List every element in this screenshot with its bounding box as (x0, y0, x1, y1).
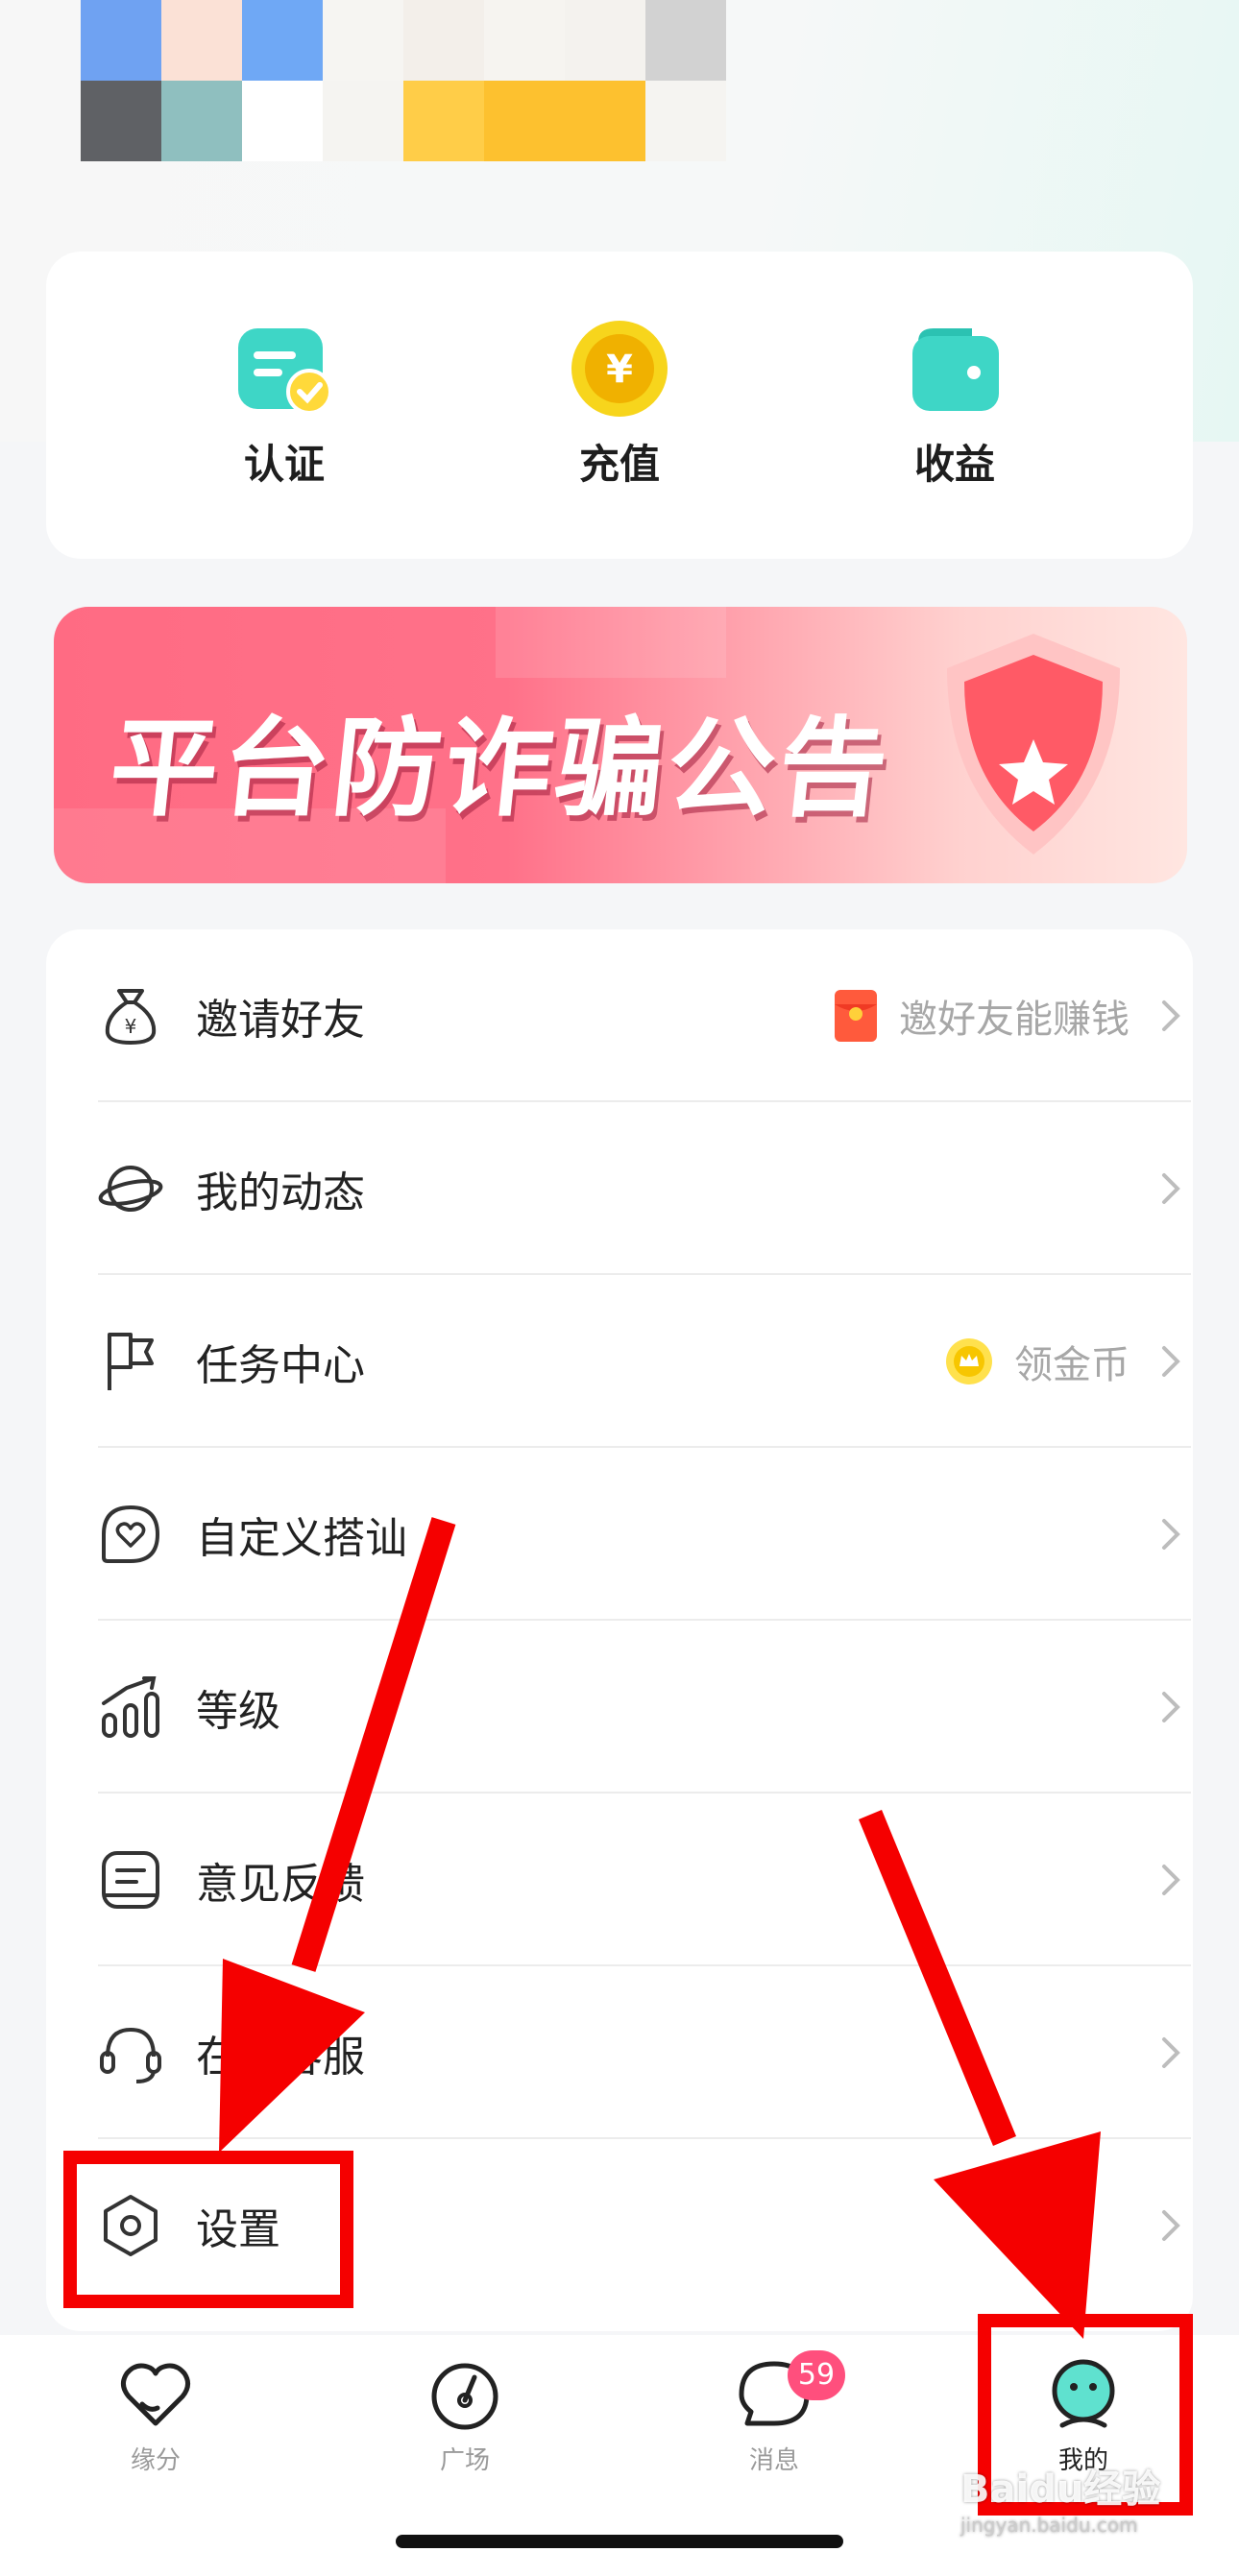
watermark-text: Baidu经验 (960, 2468, 1161, 2512)
arrow-head-settings (219, 1959, 365, 2153)
watermark-sub: jingyan.baidu.com (960, 2514, 1138, 2537)
baidu-watermark: Baidu经验 jingyan.baidu.com (960, 2458, 1160, 2537)
arrow-head-me-tab (934, 2131, 1101, 2339)
annotation-arrows (219, 1517, 1101, 2339)
